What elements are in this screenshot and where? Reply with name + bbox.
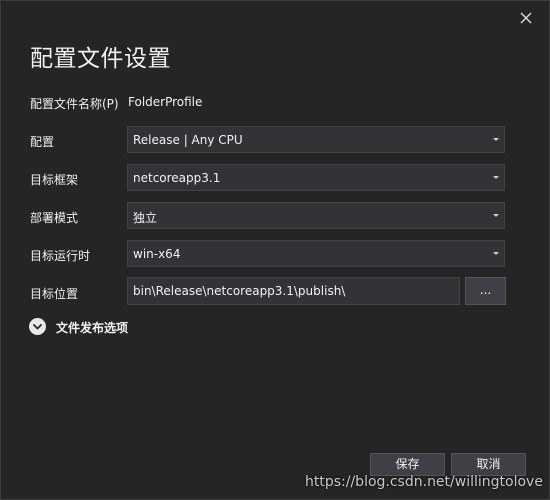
watermark: https://blog.csdn.net/willingtolove [305,474,543,490]
deployment-mode-value: 独立 [133,211,158,225]
cancel-button[interactable]: 取消 [451,453,526,476]
dropdown-arrow-icon [493,138,499,141]
browse-button[interactable]: ... [465,277,506,305]
target-location-label: 目标位置 [30,287,79,301]
configuration-label: 配置 [30,135,55,149]
close-icon [520,12,532,24]
target-framework-label: 目标框架 [30,173,79,187]
target-runtime-dropdown[interactable]: win-x64 [127,240,505,267]
configuration-value: Release | Any CPU [133,133,243,147]
save-button[interactable]: 保存 [370,453,445,476]
deployment-mode-label: 部署模式 [30,211,79,225]
dropdown-arrow-icon [493,176,499,179]
chevron-down-icon [29,318,46,335]
target-runtime-label: 目标运行时 [30,249,91,263]
profile-name-label: 配置文件名称(P) [30,97,119,111]
dropdown-arrow-icon [493,214,499,217]
dialog-title: 配置文件设置 [30,46,171,72]
dropdown-arrow-icon [493,252,499,255]
target-framework-value: netcoreapp3.1 [133,171,221,185]
file-publish-options-label: 文件发布选项 [56,321,129,335]
profile-name-value: FolderProfile [128,95,203,109]
deployment-mode-dropdown[interactable]: 独立 [127,202,505,229]
target-runtime-value: win-x64 [133,247,181,261]
publish-profile-settings-dialog: 配置文件设置 配置文件名称(P) FolderProfile 配置 Releas… [0,0,550,500]
target-location-input[interactable] [127,277,460,305]
target-framework-dropdown[interactable]: netcoreapp3.1 [127,164,505,191]
configuration-dropdown[interactable]: Release | Any CPU [127,126,505,153]
close-button[interactable] [517,9,535,27]
